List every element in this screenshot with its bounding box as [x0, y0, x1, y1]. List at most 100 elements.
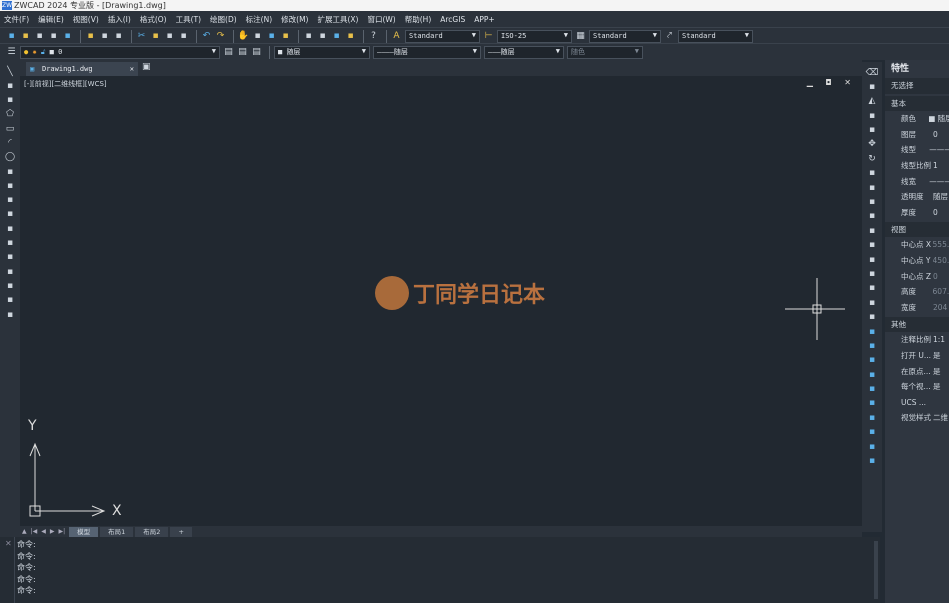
new-tab-icon[interactable]: ▣ — [142, 62, 151, 72]
text-front-icon[interactable]: ▪ — [867, 398, 878, 409]
menu-item[interactable]: 编辑(E) — [38, 14, 64, 25]
construction-line-icon[interactable]: ▪ — [5, 80, 16, 91]
break-icon[interactable]: ▪ — [867, 240, 878, 251]
redo-icon[interactable]: ↷ — [215, 31, 226, 42]
viewport-window-controls[interactable]: ▁ ◘ ✕ — [807, 78, 856, 87]
property-row[interactable]: 注释比例 1:1 — [885, 332, 949, 348]
menu-item[interactable]: APP+ — [474, 15, 494, 24]
command-scrollbar[interactable] — [874, 541, 878, 599]
property-row[interactable]: 在原点... 是 — [885, 363, 949, 379]
help-icon[interactable]: ? — [368, 31, 379, 42]
property-row[interactable]: 高度 607. — [885, 284, 949, 300]
dim-front-icon[interactable]: ▪ — [867, 412, 878, 423]
cut-icon[interactable]: ✂ — [136, 31, 147, 42]
property-row[interactable]: 线型 ——— — [885, 142, 949, 158]
send-back-icon[interactable]: ▪ — [867, 355, 878, 366]
menu-item[interactable]: ArcGIS — [440, 15, 465, 24]
make-current-layer-icon[interactable]: ▤ — [223, 47, 234, 58]
zoom-window-icon[interactable]: ▪ — [266, 31, 277, 42]
properties-section-header[interactable]: 其他 — [885, 317, 949, 333]
lineweight-select[interactable]: ——— 随层 ▼ — [484, 45, 564, 59]
menu-item[interactable]: 窗口(W) — [367, 14, 395, 25]
leader-front-icon[interactable]: ▪ — [867, 427, 878, 438]
property-row[interactable]: 视觉样式 二维 — [885, 410, 949, 426]
properties-icon[interactable]: ▪ — [303, 31, 314, 42]
plotstyle-select[interactable]: 随色 ▼ — [567, 45, 643, 59]
trim-icon[interactable]: ▪ — [867, 197, 878, 208]
bring-front-icon[interactable]: ▪ — [867, 340, 878, 351]
new-icon[interactable]: ▪ — [6, 31, 17, 42]
menu-item[interactable]: 标注(N) — [246, 14, 272, 25]
hatch-back-icon[interactable]: ▪ — [867, 456, 878, 467]
add-layout-button[interactable]: + — [170, 526, 192, 537]
undo-icon[interactable]: ↶ — [201, 31, 212, 42]
extend-icon[interactable]: ▪ — [867, 211, 878, 222]
send-under-icon[interactable]: ▪ — [867, 384, 878, 395]
array-icon[interactable]: ▪ — [867, 125, 878, 136]
property-row[interactable]: 透明度 随层 — [885, 189, 949, 205]
menu-item[interactable]: 绘图(D) — [210, 14, 237, 25]
table-style-select[interactable]: Standard ▼ — [589, 29, 661, 43]
menu-item[interactable]: 视图(V) — [73, 14, 99, 25]
rotate-icon[interactable]: ↻ — [867, 153, 878, 164]
multileader-style-select[interactable]: Standard ▼ — [678, 29, 753, 43]
bring-above-icon[interactable]: ▪ — [867, 369, 878, 380]
region-icon[interactable]: ▪ — [5, 280, 16, 291]
menu-item[interactable]: 格式(O) — [140, 14, 167, 25]
polyline-icon[interactable]: ▪ — [5, 95, 16, 106]
property-row[interactable]: 颜色 ■ 随层 — [885, 111, 949, 127]
layer-previous-icon[interactable]: ▤ — [237, 47, 248, 58]
color-select[interactable]: ■ 随层 ▼ — [274, 45, 370, 59]
blend-icon[interactable]: ▪ — [867, 297, 878, 308]
menu-item[interactable]: 修改(M) — [281, 14, 308, 25]
menu-item[interactable]: 扩展工具(X) — [317, 14, 358, 25]
draw-order-icon[interactable]: ▪ — [867, 326, 878, 337]
rectangle-icon[interactable]: ▭ — [5, 123, 16, 134]
close-command-icon[interactable]: ✕ — [5, 539, 12, 548]
save-icon[interactable]: ▪ — [34, 31, 45, 42]
point-icon[interactable]: ▪ — [5, 252, 16, 263]
chamfer-icon[interactable]: ▪ — [867, 268, 878, 279]
property-row[interactable]: 中心点 X 555. — [885, 237, 949, 253]
save-as-icon[interactable]: ▪ — [48, 31, 59, 42]
close-tab-icon[interactable]: ✕ — [130, 62, 134, 76]
viewport-controls-label[interactable]: [-][前视][二维线框][WCS] — [24, 79, 107, 89]
ellipse-icon[interactable]: ▪ — [5, 195, 16, 206]
menu-item[interactable]: 帮助(H) — [405, 14, 432, 25]
pan-icon[interactable]: ✋ — [238, 31, 249, 42]
hatch-icon[interactable]: ▪ — [5, 266, 16, 277]
layout-nav-button[interactable]: ◀ — [41, 528, 46, 535]
copy-object-icon[interactable]: ▪ — [867, 81, 878, 92]
properties-section-header[interactable]: 基本 — [885, 96, 949, 111]
open-icon[interactable]: ▪ — [20, 31, 31, 42]
join-icon[interactable]: ▪ — [867, 254, 878, 265]
publish-icon[interactable]: ▪ — [62, 31, 73, 42]
zoom-realtime-icon[interactable]: ▪ — [252, 31, 263, 42]
layout-tab[interactable]: 布局1 — [100, 526, 134, 537]
menu-item[interactable]: 文件(F) — [4, 14, 29, 25]
ellipse-arc-icon[interactable]: ▪ — [5, 209, 16, 220]
paste-icon[interactable]: ▪ — [164, 31, 175, 42]
layout-nav-button[interactable]: ▶ — [50, 528, 55, 535]
property-row[interactable]: 线型比例 1 — [885, 158, 949, 174]
zoom-previous-icon[interactable]: ▪ — [280, 31, 291, 42]
erase-icon[interactable]: ⌫ — [866, 67, 879, 78]
break-point-icon[interactable]: ▪ — [867, 225, 878, 236]
drawing-viewport[interactable]: [-][前视][二维线框][WCS] ▁ ◘ ✕ 丁同学日记本 Y X — [20, 76, 862, 526]
property-row[interactable]: 每个视... 是 — [885, 379, 949, 395]
property-row[interactable]: 厚度 0 — [885, 205, 949, 221]
offset-icon[interactable]: ▪ — [867, 110, 878, 121]
match-properties-icon[interactable]: ▪ — [178, 31, 189, 42]
plot-icon[interactable]: ▪ — [113, 31, 124, 42]
layout-tab[interactable]: 模型 — [69, 526, 99, 537]
layer-state-icon[interactable]: ▤ — [251, 47, 262, 58]
menu-item[interactable]: 工具(T) — [176, 14, 201, 25]
markup-icon[interactable]: ▪ — [345, 31, 356, 42]
selection-dropdown[interactable]: 无选择 — [885, 78, 949, 94]
copy-icon[interactable]: ▪ — [150, 31, 161, 42]
property-row[interactable]: 宽度 204 — [885, 300, 949, 316]
linetype-select[interactable]: ———— 随层 ▼ — [373, 45, 481, 59]
property-row[interactable]: 图层 0 — [885, 127, 949, 143]
revision-cloud-icon[interactable]: ▪ — [5, 166, 16, 177]
scale-icon[interactable]: ▪ — [867, 168, 878, 179]
